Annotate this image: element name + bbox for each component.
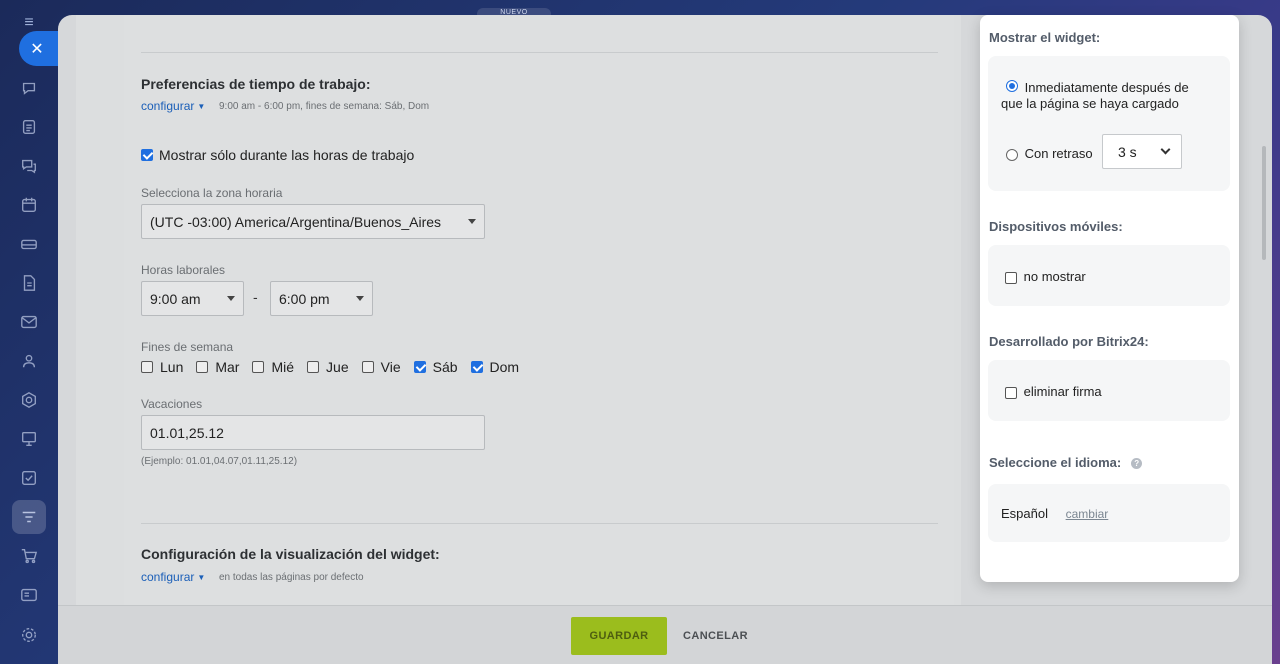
change-language-link[interactable]: cambiar [1066, 507, 1109, 521]
widget-options-popup: Mostrar el widget: Inmediatamente despué… [980, 15, 1239, 582]
bitrix-box: eliminar firma [988, 360, 1230, 421]
dropdown-arrow-icon [356, 296, 364, 301]
checkbox-icon[interactable] [252, 361, 265, 373]
holidays-label: Vacaciones [141, 397, 203, 411]
timezone-value: (UTC -03:00) America/Argentina/Buenos_Ai… [150, 213, 442, 230]
checkbox-icon[interactable] [1005, 386, 1017, 399]
help-icon[interactable]: ? [1131, 458, 1143, 469]
show-widget-box: Inmediatamente después de que la página … [988, 56, 1230, 191]
language-box: Español cambiar [988, 484, 1230, 542]
drive-icon[interactable] [16, 231, 42, 257]
hours-to-value: 6:00 pm [279, 290, 330, 307]
timezone-label: Selecciona la zona horaria [141, 186, 283, 200]
delay-label: Con retraso [1024, 146, 1093, 161]
close-icon: ✕ [30, 40, 44, 58]
day-tue[interactable]: Mar [196, 359, 239, 375]
only-work-hours-label: Mostrar sólo durante las horas de trabaj… [159, 147, 415, 163]
filter-icon[interactable] [12, 500, 46, 534]
work-time-configure-link[interactable]: configurar ▼ [141, 99, 205, 113]
checkbox-checked-icon[interactable] [413, 361, 426, 373]
delay-option[interactable]: Con retraso [1006, 146, 1093, 161]
document-icon[interactable] [16, 114, 42, 140]
form-wrapper: Preferencias de tiempo de trabajo: confi… [76, 15, 961, 605]
holidays-input[interactable]: 01.01,25.12 [141, 415, 485, 450]
day-sat[interactable]: Sáb [413, 359, 458, 375]
hexagon-icon[interactable] [16, 387, 42, 413]
dropdown-arrow-icon [227, 296, 235, 301]
checkbox-icon[interactable] [141, 361, 153, 373]
show-widget-title: Mostrar el widget: [989, 30, 1101, 45]
mobile-box: no mostrar [988, 245, 1230, 306]
language-row: Español cambiar [1001, 506, 1108, 521]
chevron-down-icon [1160, 144, 1171, 155]
left-rail: ≡ ✕ [0, 0, 59, 664]
only-work-hours-checkbox[interactable]: Mostrar sólo durante las horas de trabaj… [141, 147, 414, 163]
delay-select[interactable]: 3 s [1102, 134, 1182, 169]
hours-from-value: 9:00 am [150, 290, 201, 307]
mobile-option-label: no mostrar [1023, 269, 1086, 284]
checkbox-icon[interactable] [1005, 271, 1017, 284]
close-button[interactable]: ✕ [19, 31, 59, 66]
hours-label: Horas laborales [141, 263, 226, 277]
work-time-summary: 9:00 am - 6:00 pm, fines de semana: Sáb,… [219, 101, 430, 112]
checkbox-icon[interactable] [307, 361, 320, 373]
language-value: Español [1001, 506, 1048, 521]
caret-down-icon: ▼ [197, 573, 206, 582]
timezone-select[interactable]: (UTC -03:00) America/Argentina/Buenos_Ai… [141, 204, 485, 239]
immediately-line2: que la página se haya cargado [1001, 96, 1179, 111]
cancel-button[interactable]: CANCELAR [678, 617, 753, 655]
hours-separator: - [253, 289, 258, 305]
contacts-icon[interactable] [16, 348, 42, 374]
display-summary: en todas las páginas por defecto [219, 572, 364, 583]
cart-icon[interactable] [16, 543, 42, 569]
day-fri[interactable]: Vie [361, 359, 401, 375]
divider [141, 52, 938, 53]
display-configure-link[interactable]: configurar ▼ [141, 570, 205, 584]
checkbox-checked-icon[interactable] [470, 361, 483, 373]
weekends-label: Fines de semana [141, 340, 234, 354]
radio-icon[interactable] [1006, 148, 1018, 161]
settings-icon[interactable] [16, 622, 42, 648]
day-mon[interactable]: Lun [141, 359, 183, 375]
radio-selected-icon[interactable] [1006, 80, 1018, 92]
save-button[interactable]: GUARDAR [571, 617, 667, 655]
menu-icon[interactable]: ≡ [20, 14, 38, 32]
id-card-icon[interactable] [16, 582, 42, 608]
scrollbar[interactable] [1262, 146, 1266, 260]
checkbox-icon[interactable] [196, 361, 209, 373]
chats-icon[interactable] [16, 153, 42, 179]
immediately-line1: Inmediatamente después de [1024, 80, 1189, 95]
mail-icon[interactable] [16, 309, 42, 335]
calendar-icon[interactable] [16, 192, 42, 218]
tasks-icon[interactable] [16, 465, 42, 491]
day-thu[interactable]: Jue [307, 359, 349, 375]
work-time-title: Preferencias de tiempo de trabajo: [141, 76, 371, 92]
mobile-hide-option[interactable]: no mostrar [1005, 269, 1086, 284]
form-content: Preferencias de tiempo de trabajo: confi… [124, 15, 954, 605]
remove-signature-label: eliminar firma [1023, 384, 1102, 399]
delay-value: 3 s [1118, 143, 1137, 160]
holidays-value: 01.01,25.12 [150, 424, 224, 441]
remove-signature-option[interactable]: eliminar firma [1005, 384, 1102, 399]
hours-to-select[interactable]: 6:00 pm [270, 281, 373, 316]
weekend-days: Lun Mar Mié Jue Vie Sáb Dom [141, 359, 532, 375]
holidays-hint: (Ejemplo: 01.01,04.07,01.11,25.12) [141, 456, 298, 467]
presentation-icon[interactable] [16, 426, 42, 452]
hours-from-select[interactable]: 9:00 am [141, 281, 244, 316]
file-icon[interactable] [16, 270, 42, 296]
day-sun[interactable]: Dom [470, 359, 519, 375]
divider [141, 523, 938, 524]
display-title: Configuración de la visualización del wi… [141, 546, 440, 562]
chat-bubble-icon[interactable] [16, 75, 42, 101]
dropdown-arrow-icon [468, 219, 476, 224]
immediately-option[interactable]: Inmediatamente después de que la página … [1001, 80, 1223, 112]
checkbox-icon[interactable] [361, 361, 374, 373]
caret-down-icon: ▼ [197, 102, 206, 111]
footer-bar: GUARDAR CANCELAR [58, 605, 1272, 664]
mobile-title: Dispositivos móviles: [989, 219, 1123, 234]
checkbox-checked-icon[interactable] [141, 149, 153, 161]
bitrix-title: Desarrollado por Bitrix24: [989, 334, 1149, 349]
language-title: Seleccione el idioma:? [989, 455, 1143, 470]
day-wed[interactable]: Mié [252, 359, 294, 375]
